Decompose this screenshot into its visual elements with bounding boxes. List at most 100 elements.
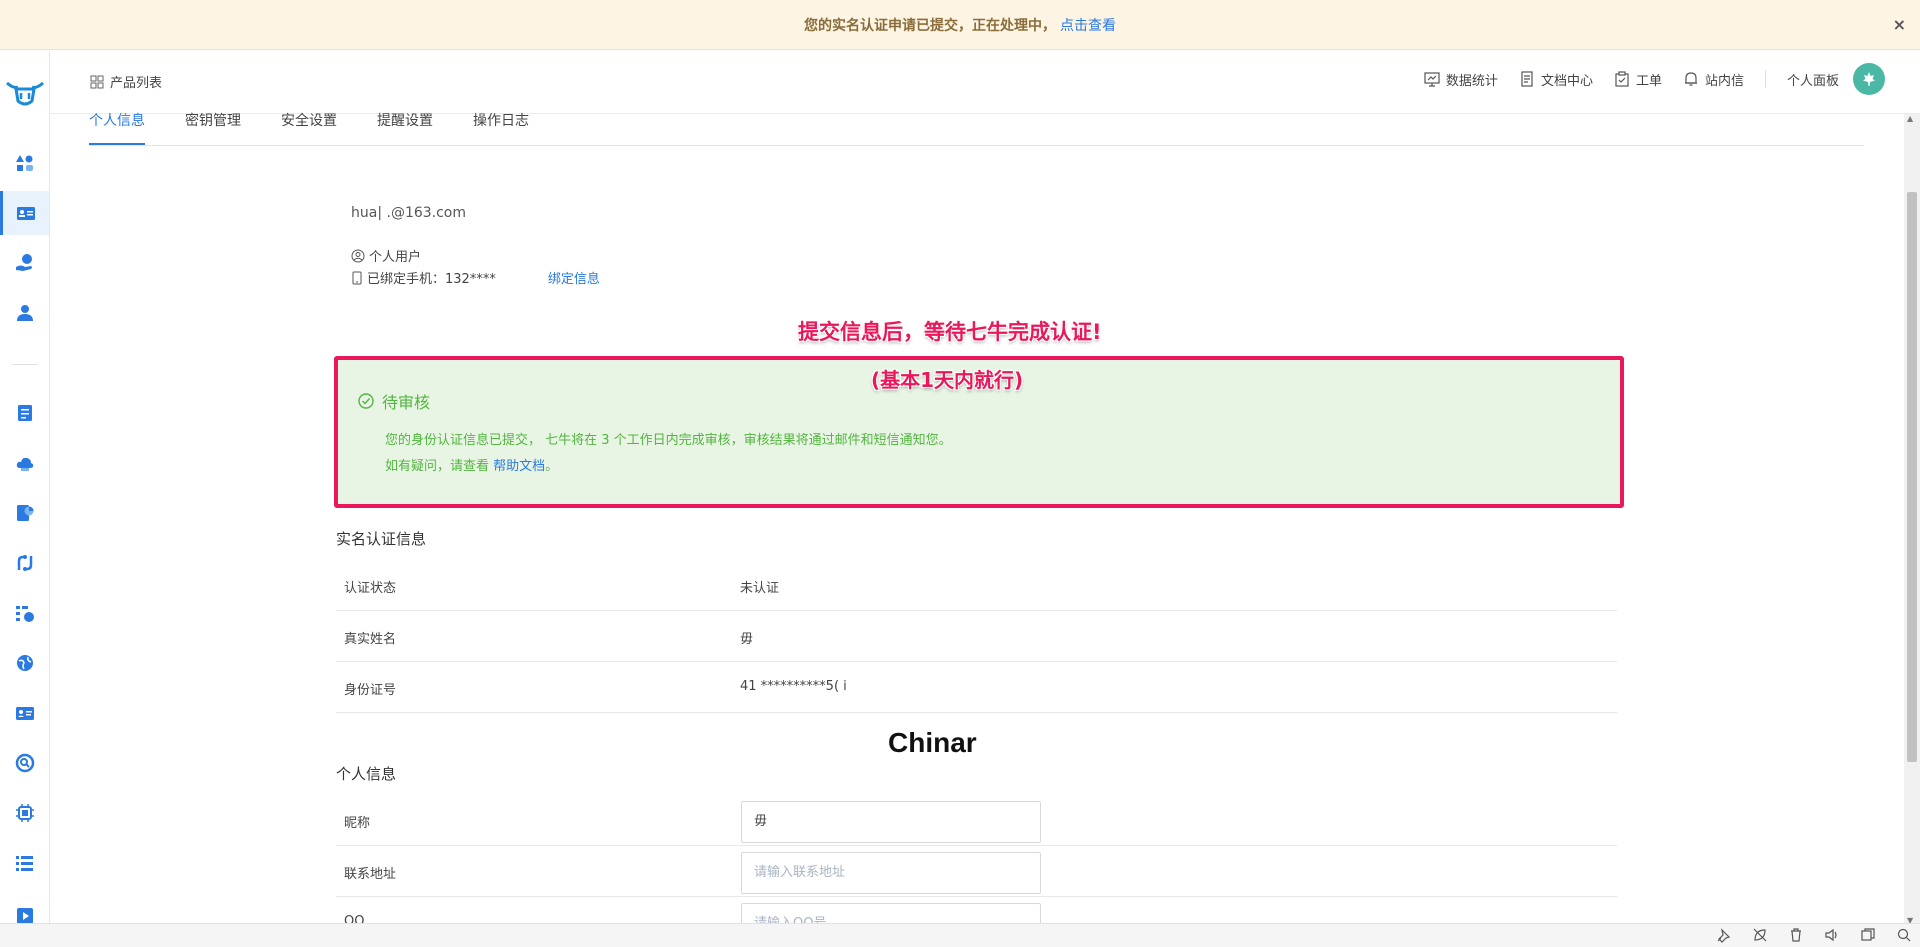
sidebar-item-network[interactable] (0, 541, 49, 585)
qiniu-logo[interactable] (4, 79, 46, 109)
network-flow-icon (17, 555, 32, 571)
row-value: 41 **********5( i (740, 679, 847, 694)
product-list-button[interactable]: 产品列表 (90, 72, 162, 91)
annotation-submit-wait: 提交信息后，等待七牛完成认证! (798, 320, 1102, 344)
speaker-icon[interactable] (1824, 927, 1842, 945)
report-chart-icon (16, 505, 33, 521)
sidebar-item-monitor[interactable] (0, 741, 49, 785)
row-value: 未认证 (740, 581, 780, 596)
search-icon[interactable] (1896, 927, 1914, 945)
table-row: 身份证号 41 **********5( i (336, 662, 1617, 713)
pin-icon[interactable] (1716, 927, 1734, 945)
user-circle-icon (351, 249, 365, 262)
page-scrollbar[interactable]: ▲ ▼ (1904, 114, 1920, 925)
tab-reminder-settings[interactable]: 提醒设置 (377, 110, 433, 145)
nav-docs-label: 文档中心 (1540, 73, 1593, 89)
close-icon[interactable]: × (1893, 15, 1906, 34)
tab-personal-info[interactable]: 个人信息 (89, 110, 145, 145)
sidebar-item-products[interactable] (0, 141, 49, 185)
nav-messages[interactable]: 站内信 (1683, 70, 1744, 89)
document-list-icon (17, 405, 32, 421)
notice-bar: 您的实名认证申请已提交，正在处理中， 点击查看 × (0, 0, 1920, 50)
address-input[interactable]: 请输入联系地址 (741, 852, 1041, 894)
row-label: 真实姓名 (344, 632, 397, 647)
trash-icon[interactable] (1788, 927, 1806, 945)
clipboard-icon (1615, 71, 1629, 87)
shapes-icon (15, 155, 33, 171)
row-label: 联系地址 (344, 867, 397, 882)
coin-hand-icon (15, 254, 32, 271)
account-tabs: 个人信息 密钥管理 安全设置 提醒设置 操作日志 (89, 110, 1864, 146)
row-label: 认证状态 (344, 581, 397, 596)
sidebar-item-identity[interactable] (0, 691, 49, 735)
id-card-icon (17, 207, 35, 220)
sidebar-item-billing[interactable] (0, 241, 49, 285)
nav-tickets-label: 工单 (1635, 73, 1662, 89)
pending-help-suffix: 。 (545, 459, 559, 474)
row-label: QQ (344, 914, 365, 923)
window-icon[interactable] (1860, 927, 1878, 945)
table-row: 认证状态 未认证 (336, 560, 1617, 611)
personal-panel-button[interactable]: 个人面板 (1787, 63, 1885, 95)
contact-card-icon (15, 707, 34, 720)
sidebar-item-reports[interactable] (0, 491, 49, 535)
scroll-up-icon[interactable]: ▲ (1907, 114, 1913, 123)
phone-label: 已绑定手机：132**** (367, 272, 496, 287)
avatar[interactable] (1853, 63, 1885, 95)
realname-section-title: 实名认证信息 (336, 530, 427, 548)
sidebar-item-media[interactable] (0, 889, 49, 923)
leaf-off-icon[interactable] (1752, 927, 1770, 945)
list-pie-icon (15, 606, 34, 622)
product-list-label: 产品列表 (110, 76, 163, 91)
help-doc-link[interactable]: 帮助文档 (493, 459, 545, 474)
chip-icon (15, 804, 34, 822)
sidebar-item-account[interactable] (0, 191, 49, 235)
table-row: 联系地址 请输入联系地址 (336, 846, 1617, 897)
pending-title: 待审核 (358, 389, 430, 413)
bind-info-link[interactable]: 绑定信息 (548, 268, 600, 287)
scrollbar-thumb[interactable] (1907, 192, 1917, 762)
header-nav: 数据统计 文档中心 工单 站内信 个人面板 (1403, 63, 1885, 95)
nav-statistics[interactable]: 数据统计 (1424, 70, 1498, 89)
personal-section-title: 个人信息 (336, 765, 397, 783)
row-label: 昵称 (344, 816, 371, 831)
video-icon (16, 908, 33, 923)
notice-message: 您的实名认证申请已提交，正在处理中， (804, 17, 1056, 34)
sidebar-item-compute[interactable] (0, 791, 49, 835)
nav-statistics-label: 数据统计 (1445, 73, 1498, 89)
browser-status-bar (0, 923, 1920, 947)
sidebar-item-analytics[interactable] (0, 591, 49, 635)
personal-panel-label: 个人面板 (1786, 73, 1839, 89)
pending-title-label: 待审核 (382, 393, 431, 412)
left-sidebar (0, 51, 50, 923)
watermark: Chinar (888, 727, 977, 758)
sidebar-item-storage[interactable] (0, 391, 49, 435)
sidebar-item-tasks[interactable] (0, 841, 49, 885)
bell-icon (1684, 72, 1697, 86)
annotation-one-day: (基本1天内就行) (871, 368, 1024, 392)
nav-docs[interactable]: 文档中心 (1519, 70, 1593, 89)
tab-key-management[interactable]: 密钥管理 (185, 110, 241, 145)
qq-input[interactable]: 请输入QQ号 (741, 903, 1041, 923)
chart-board-icon (1424, 72, 1440, 87)
tab-operation-log[interactable]: 操作日志 (473, 110, 529, 145)
sidebar-item-users[interactable] (0, 291, 49, 335)
user-phone: 已绑定手机：132**** 绑定信息 (351, 268, 600, 287)
magnifier-icon (15, 753, 34, 773)
pending-help: 如有疑问，请查看 帮助文档。 (385, 455, 558, 474)
sidebar-item-cloud[interactable] (0, 441, 49, 485)
tab-security-settings[interactable]: 安全设置 (281, 110, 337, 145)
sidebar-divider (12, 364, 38, 365)
cloud-icon (16, 457, 33, 471)
pending-message: 您的身份认证信息已提交， 七牛将在 3 个工作日内完成审核，审核结果将通过邮件和… (385, 433, 952, 448)
nickname-input[interactable]: 毋 (741, 801, 1041, 843)
status-icons (1716, 927, 1914, 945)
row-label: 身份证号 (344, 683, 397, 698)
maple-leaf-icon (1863, 72, 1875, 86)
nav-tickets[interactable]: 工单 (1614, 70, 1662, 89)
sidebar-item-cdn[interactable] (0, 641, 49, 685)
table-row: QQ 请输入QQ号 (336, 897, 1617, 923)
user-icon (16, 305, 33, 321)
pending-help-prefix: 如有疑问，请查看 (385, 459, 494, 474)
notice-view-link[interactable]: 点击查看 (1060, 15, 1116, 35)
